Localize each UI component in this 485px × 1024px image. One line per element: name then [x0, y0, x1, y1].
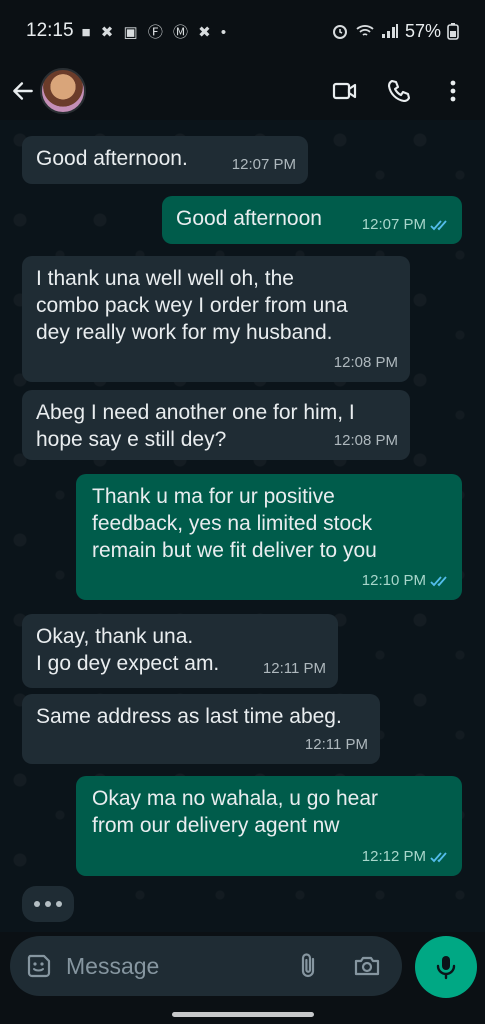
alarm-icon: [332, 25, 347, 39]
contact-avatar[interactable]: [40, 68, 86, 114]
voice-record-button[interactable]: [415, 936, 477, 998]
phone-icon[interactable]: [385, 77, 413, 105]
gesture-nav-bar[interactable]: [172, 1012, 314, 1017]
message-time: 12:08 PM: [333, 354, 398, 371]
status-bar: 12:15 ■ ✖ ▣ Ⓕ Ⓜ ✖ • 57%: [0, 0, 485, 62]
wifi-icon: [356, 25, 374, 36]
status-right: 57%: [331, 21, 459, 42]
message-meta: 12:08 PM: [334, 427, 398, 454]
message-time: 12:10 PM: [361, 572, 426, 589]
more-options-icon[interactable]: [439, 77, 467, 105]
message-meta: 12:07 PM: [362, 211, 450, 238]
message-text: Okay ma no wahala, u go hear from our de…: [92, 787, 379, 837]
composer-actions: [294, 951, 382, 981]
message-composer: Message: [10, 936, 402, 996]
message-meta: 12:08 PM: [334, 349, 398, 376]
message-bubble-incoming[interactable]: I thank una well well oh, the combo pack…: [22, 256, 410, 382]
message-meta: 12:12 PM: [362, 843, 450, 870]
message-bubble-outgoing[interactable]: Okay ma no wahala, u go hear from our de…: [76, 776, 462, 876]
battery-percent: 57%: [404, 20, 441, 41]
signal-icon: [381, 24, 398, 38]
attach-icon[interactable]: [294, 951, 324, 981]
typing-indicator: [22, 886, 74, 922]
camera-icon[interactable]: [352, 951, 382, 981]
message-time: 12:12 PM: [361, 848, 426, 865]
message-text: I thank una well well oh, the combo pack…: [36, 267, 348, 344]
message-bubble-outgoing[interactable]: Thank u ma for ur positive feedback, yes…: [76, 474, 462, 600]
message-time: 12:11 PM: [304, 736, 368, 753]
typing-dot: [56, 901, 62, 907]
read-ticks-icon: [430, 219, 447, 230]
read-ticks-icon: [430, 575, 447, 586]
message-bubble-outgoing[interactable]: Good afternoon 12:07 PM: [162, 196, 462, 244]
read-ticks-icon: [430, 851, 447, 862]
message-bubble-incoming[interactable]: Abeg I need another one for him, I hope …: [22, 390, 410, 460]
message-bubble-incoming[interactable]: Same address as last time abeg. 12:11 PM: [22, 694, 380, 764]
sticker-icon[interactable]: [24, 951, 54, 981]
message-input[interactable]: Message: [66, 953, 159, 980]
back-arrow-icon[interactable]: [10, 78, 36, 104]
message-time: 12:07 PM: [231, 156, 296, 173]
message-bubble-incoming[interactable]: Okay, thank una. I go dey expect am. 12:…: [22, 614, 338, 688]
chat-header: [0, 62, 485, 120]
notification-icons: ■ ✖ ▣ Ⓕ Ⓜ ✖ •: [81, 23, 230, 41]
message-meta: 12:11 PM: [305, 731, 368, 758]
status-time: 12:15: [26, 20, 74, 41]
typing-dot: [45, 901, 51, 907]
header-actions: [331, 77, 467, 105]
typing-dot: [34, 901, 40, 907]
message-time: 12:11 PM: [262, 660, 326, 677]
message-bubble-incoming[interactable]: Good afternoon. 12:07 PM: [22, 136, 308, 184]
message-time: 12:08 PM: [333, 432, 398, 449]
message-meta: 12:11 PM: [263, 655, 326, 682]
microphone-icon: [436, 956, 456, 980]
message-time: 12:07 PM: [361, 216, 426, 233]
message-text: Same address as last time abeg.: [36, 705, 342, 728]
message-meta: 12:07 PM: [232, 151, 296, 178]
message-meta: 12:10 PM: [362, 567, 450, 594]
video-call-icon[interactable]: [331, 77, 359, 105]
message-text: Thank u ma for ur positive feedback, yes…: [92, 485, 377, 562]
battery-icon: [447, 23, 459, 40]
